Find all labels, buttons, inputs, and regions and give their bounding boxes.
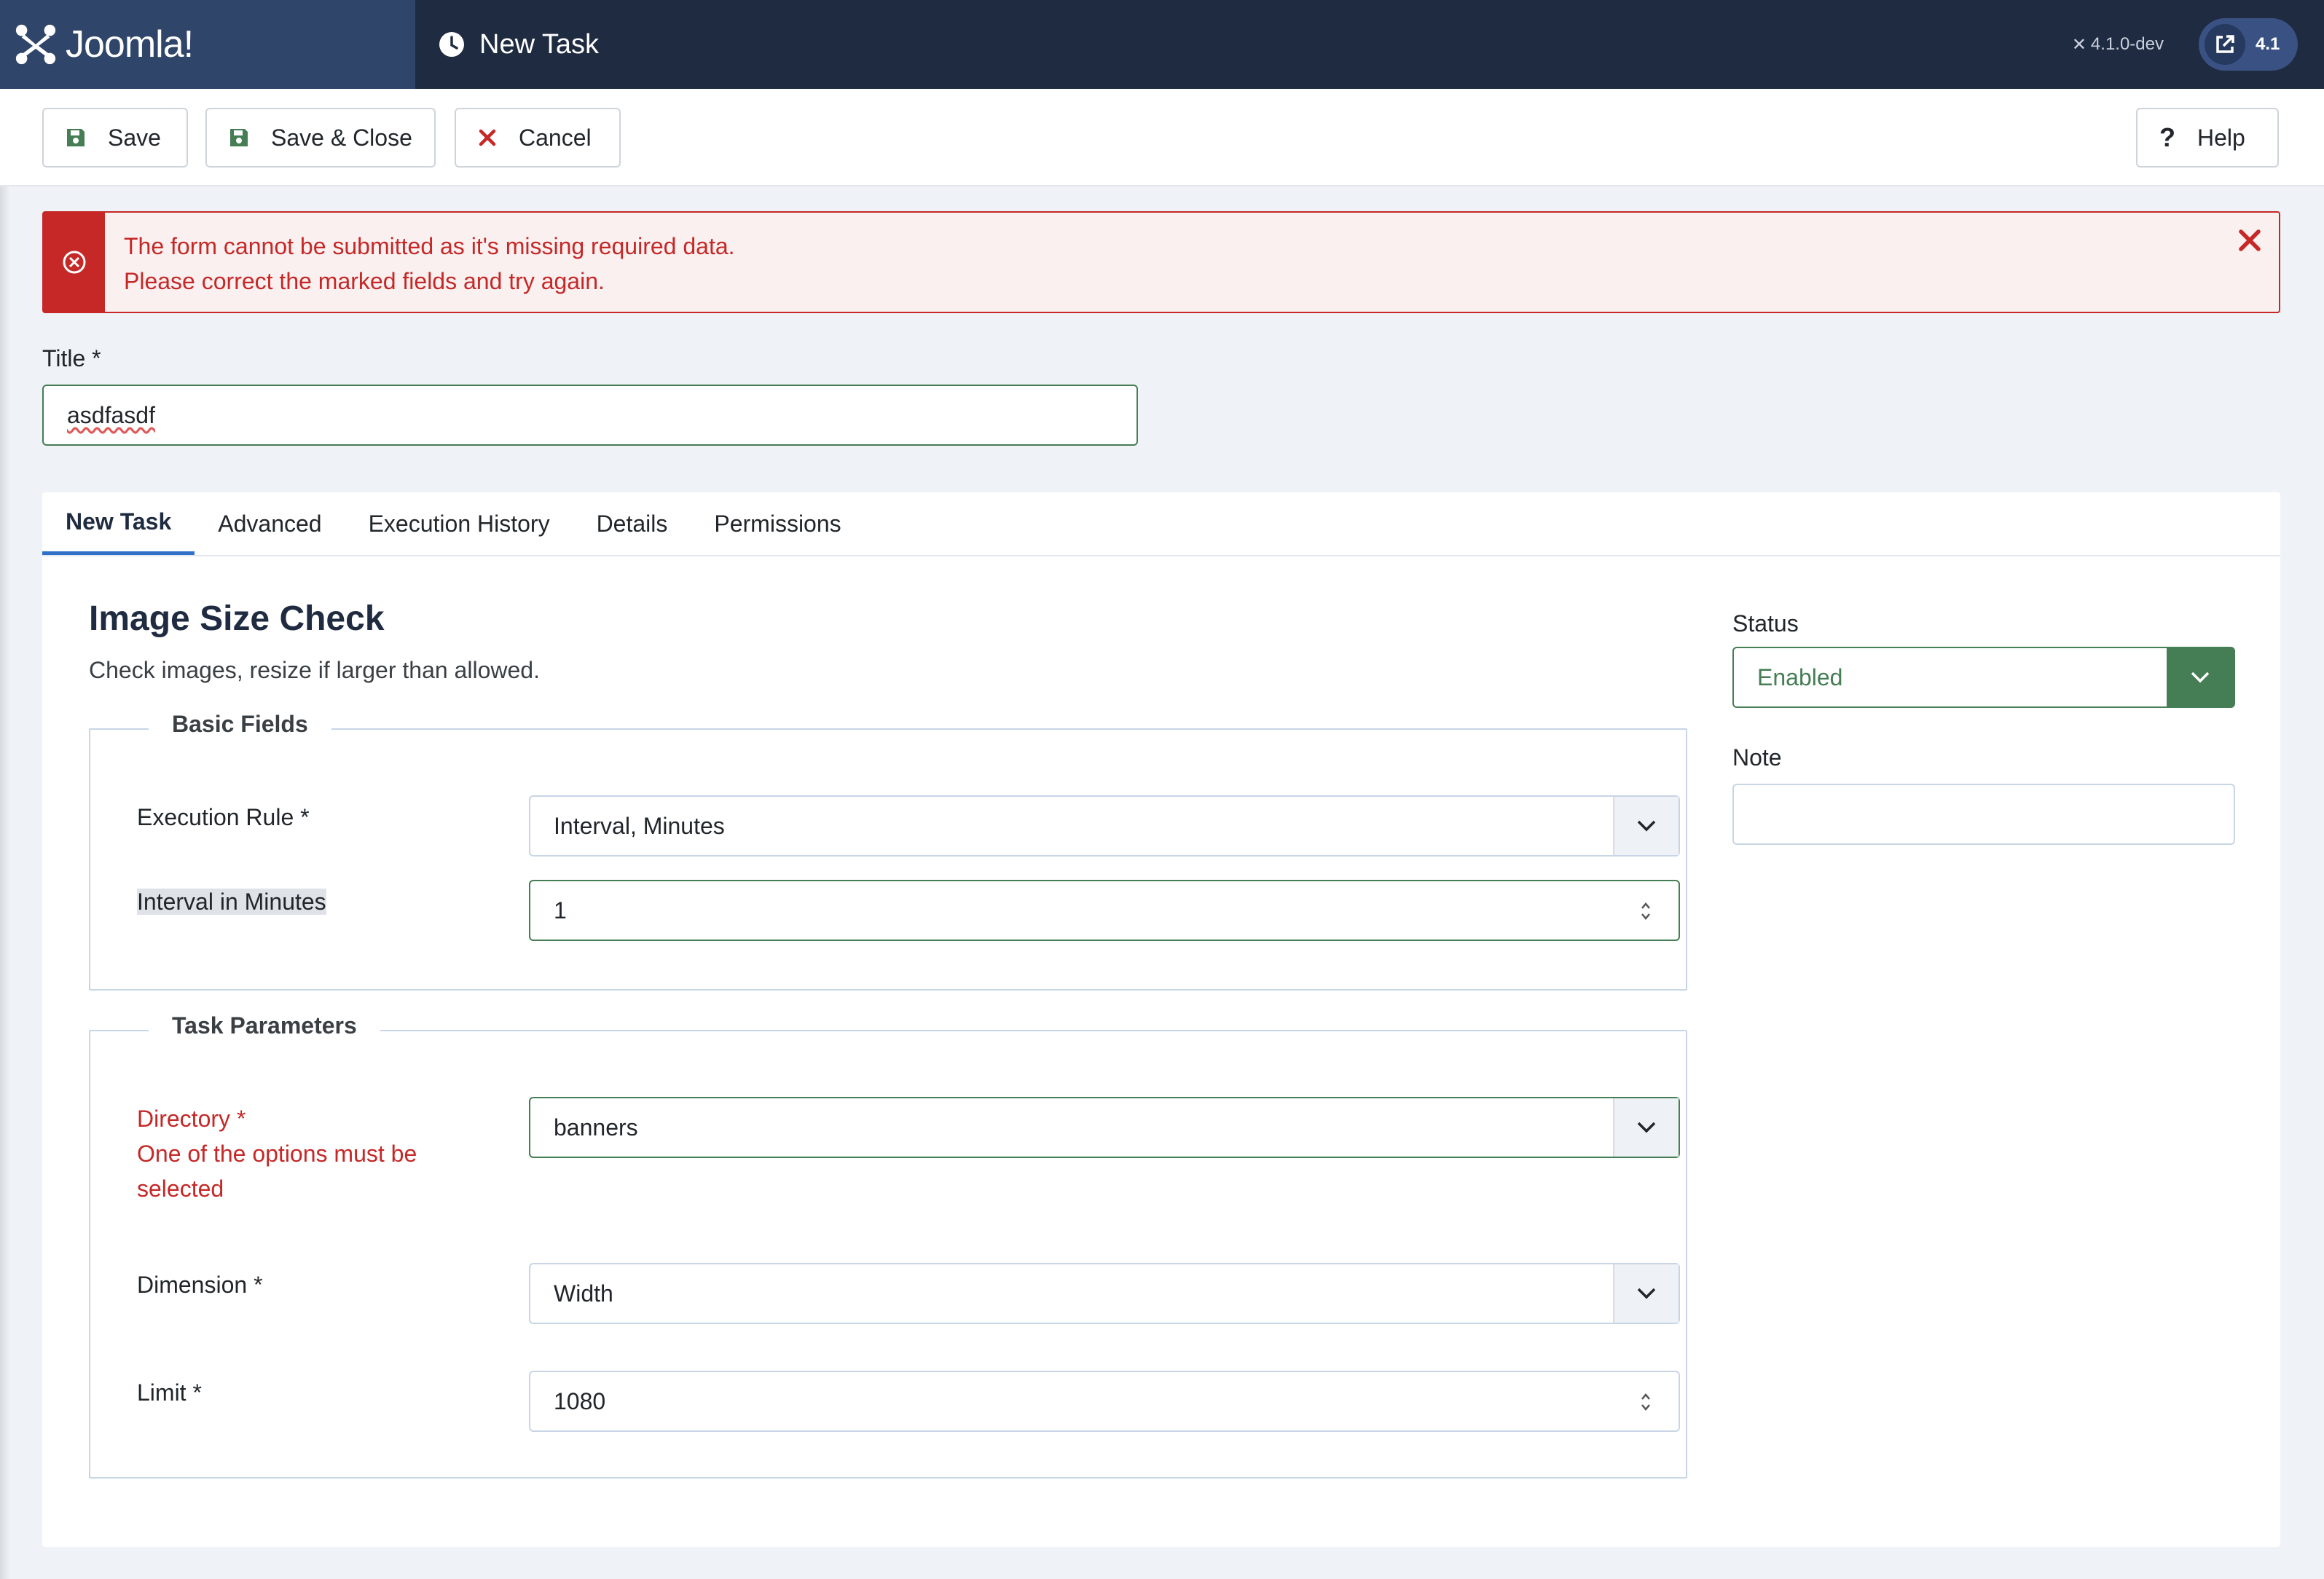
alert-line-2: Please correct the marked fields and try… [124, 268, 605, 294]
directory-error: One of the options must be [137, 1141, 417, 1167]
view-site-button[interactable]: 4.1 [2199, 18, 2298, 71]
joomla-logo-icon [15, 24, 56, 65]
external-link-icon [2205, 24, 2245, 65]
tab-new-task[interactable]: New Task [42, 492, 195, 555]
chevron-down-icon [1613, 1098, 1679, 1157]
tab-details[interactable]: Details [573, 492, 691, 555]
tab-execution-history[interactable]: Execution History [345, 492, 573, 555]
basic-fields-fieldset: Basic Fields Execution Rule * Interval, … [89, 711, 1687, 991]
title-label: Title * [42, 345, 101, 371]
chevron-down-icon [2167, 648, 2234, 706]
number-spinner-icon[interactable] [1639, 900, 1652, 922]
version-info: ✕ 4.1.0-dev [2072, 34, 2164, 55]
status-select[interactable]: Enabled [1732, 647, 2235, 708]
task-description: Check images, resize if larger than allo… [89, 657, 540, 683]
status-value: Enabled [1757, 664, 1843, 690]
save-button[interactable]: Save [42, 108, 188, 168]
save-close-button[interactable]: Save & Close [205, 108, 436, 168]
help-button[interactable]: ? Help [2136, 108, 2279, 168]
number-spinner-icon[interactable] [1639, 1391, 1652, 1413]
chevron-down-icon [1613, 1264, 1679, 1323]
alert-icon-strip [44, 213, 105, 312]
limit-input[interactable]: 1080 [529, 1371, 1680, 1432]
tab-bar: New Task Advanced Execution History Deta… [42, 492, 2280, 556]
execution-rule-value: Interval, Minutes [554, 812, 725, 839]
save-icon [229, 127, 249, 148]
cancel-icon [478, 128, 497, 147]
tab-advanced[interactable]: Advanced [195, 492, 345, 555]
interval-value: 1 [554, 897, 567, 924]
note-input[interactable] [1732, 784, 2235, 845]
page-title-text: New Task [479, 28, 600, 60]
execution-rule-select[interactable]: Interval, Minutes [529, 795, 1680, 857]
version-badge: 4.1 [2256, 34, 2280, 54]
close-icon[interactable] [2238, 229, 2261, 256]
brand-name: Joomla! [66, 23, 194, 66]
basic-fields-legend: Basic Fields [149, 711, 331, 738]
interval-label: Interval in Minutes [137, 889, 326, 915]
error-alert: The form cannot be submitted as it's mis… [42, 211, 2280, 313]
task-heading: Image Size Check [89, 599, 385, 638]
limit-value: 1080 [554, 1387, 606, 1414]
title-input[interactable]: asdfasdf [42, 385, 1138, 446]
cancel-label: Cancel [519, 124, 592, 151]
toolbar: Save Save & Close Cancel ? Help [0, 89, 2324, 186]
status-label: Status [1732, 610, 1799, 637]
title-value: asdfasdf [67, 401, 155, 428]
page-title: New Task [439, 29, 599, 60]
task-form-card: New Task Advanced Execution History Deta… [42, 492, 2280, 1547]
joomla-logo[interactable]: Joomla! [0, 0, 415, 89]
tab-permissions[interactable]: Permissions [691, 492, 864, 555]
directory-error-cont: selected [137, 1176, 224, 1202]
directory-label: Directory * One of the options must be s… [137, 1101, 417, 1206]
task-parameters-fieldset: Task Parameters Directory * One of the o… [89, 1012, 1687, 1478]
cancel-button[interactable]: Cancel [455, 108, 621, 168]
alert-message: The form cannot be submitted as it's mis… [105, 213, 735, 312]
note-label: Note [1732, 744, 1782, 771]
dimension-label: Dimension * [137, 1272, 263, 1298]
save-icon [66, 127, 86, 148]
header-bar: Joomla! New Task ✕ 4.1.0-dev 4.1 [0, 0, 2324, 89]
save-close-label: Save & Close [271, 124, 412, 151]
clock-icon [439, 32, 464, 57]
execution-rule-label: Execution Rule * [137, 804, 310, 830]
error-circle-icon [63, 251, 86, 274]
task-parameters-legend: Task Parameters [149, 1012, 380, 1039]
help-label: Help [2197, 124, 2245, 151]
version-text: 4.1.0-dev [2090, 34, 2164, 54]
alert-line-1: The form cannot be submitted as it's mis… [124, 233, 735, 259]
left-shadow [0, 186, 10, 1579]
interval-minutes-input[interactable]: 1 [529, 880, 1680, 941]
dimension-value: Width [554, 1280, 613, 1307]
save-label: Save [108, 124, 161, 151]
limit-label: Limit * [137, 1379, 202, 1406]
joomla-mini-icon: ✕ [2071, 34, 2087, 55]
directory-select[interactable]: banners [529, 1097, 1680, 1158]
chevron-down-icon [1613, 797, 1679, 855]
directory-value: banners [554, 1114, 638, 1141]
question-icon: ? [2159, 122, 2175, 152]
dimension-select[interactable]: Width [529, 1263, 1680, 1324]
